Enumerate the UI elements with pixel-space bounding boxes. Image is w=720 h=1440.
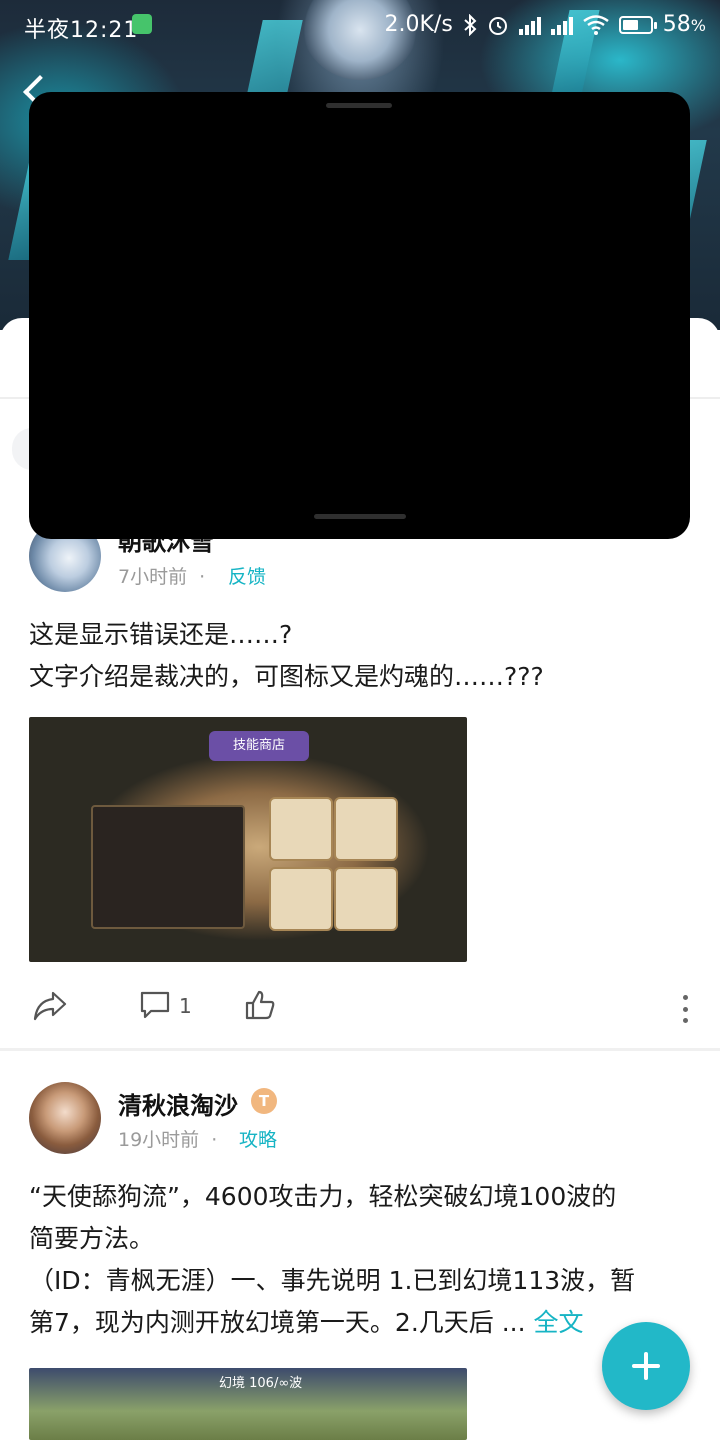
cell-signal-hd-icon xyxy=(550,15,573,35)
post-time: 19小时前 xyxy=(118,1129,200,1151)
meta-separator: · xyxy=(211,1129,218,1151)
create-post-button[interactable] xyxy=(602,1322,690,1410)
post-actions: 1 xyxy=(0,985,720,1029)
drag-handle[interactable] xyxy=(326,103,392,108)
post-body[interactable]: 这是显示错误还是……? 文字介绍是裁决的，可图标又是灼魂的……??? xyxy=(29,614,699,698)
read-more-link[interactable]: 全文 xyxy=(534,1308,584,1337)
battery-icon xyxy=(618,15,657,34)
overlay-panel[interactable] xyxy=(29,92,690,539)
post-time: 7小时前 xyxy=(118,566,188,588)
post-body-line: “天使舔狗流”，4600攻击力，轻松突破幻境100波的 xyxy=(29,1182,617,1211)
comment-icon[interactable] xyxy=(139,990,171,1020)
drag-handle[interactable] xyxy=(314,514,406,519)
post-image[interactable]: 技能商店 xyxy=(29,717,467,962)
comment-count: 1 xyxy=(179,994,192,1018)
battery-level: 58% xyxy=(662,12,706,37)
post-username[interactable]: 清秋浪淘沙 xyxy=(118,1086,238,1121)
post-category-tag[interactable]: 反馈 xyxy=(228,562,266,589)
post-body-line: 文字介绍是裁决的，可图标又是灼魂的……??? xyxy=(29,662,544,691)
image-caption: 技能商店 xyxy=(209,731,309,761)
meta-separator: · xyxy=(199,566,206,588)
android-notification-icon xyxy=(132,14,152,34)
post-category-tag[interactable]: 攻略 xyxy=(239,1125,277,1152)
cell-signal-icon xyxy=(518,15,541,35)
share-icon[interactable] xyxy=(33,991,67,1021)
user-level-badge: T xyxy=(251,1088,277,1114)
more-vertical-icon[interactable] xyxy=(681,995,689,1023)
avatar[interactable] xyxy=(29,1082,101,1154)
alarm-icon xyxy=(488,16,507,35)
post-body-line: 简要方法。 xyxy=(29,1224,155,1253)
bluetooth-icon xyxy=(464,13,477,36)
post-image[interactable]: 幻境 106/∞波 xyxy=(29,1368,467,1440)
post-meta: 7小时前 · xyxy=(118,562,217,589)
thumbs-up-icon[interactable] xyxy=(244,989,276,1021)
post-body[interactable]: “天使舔狗流”，4600攻击力，轻松突破幻境100波的 简要方法。 （ID：青枫… xyxy=(29,1176,699,1344)
status-time: 半夜12:21 xyxy=(24,18,139,43)
post-separator xyxy=(0,1048,720,1051)
image-caption: 幻境 106/∞波 xyxy=(219,1376,303,1391)
status-icons: 2.0K/s 58% xyxy=(385,12,707,37)
network-speed: 2.0K/s xyxy=(384,12,453,37)
wifi-icon xyxy=(583,14,609,35)
post-body-line: （ID：青枫无涯）一、事先说明 1.已到幻境113波，暂 xyxy=(29,1266,636,1295)
post-meta: 19小时前 · xyxy=(118,1125,229,1152)
status-bar: 半夜12:21 2.0K/s 58% xyxy=(0,0,720,50)
post-body-line: 第7，现为内测开放幻境第一天。2.几天后 ... 全文 xyxy=(29,1308,584,1337)
post-body-line: 这是显示错误还是……? xyxy=(29,620,293,649)
